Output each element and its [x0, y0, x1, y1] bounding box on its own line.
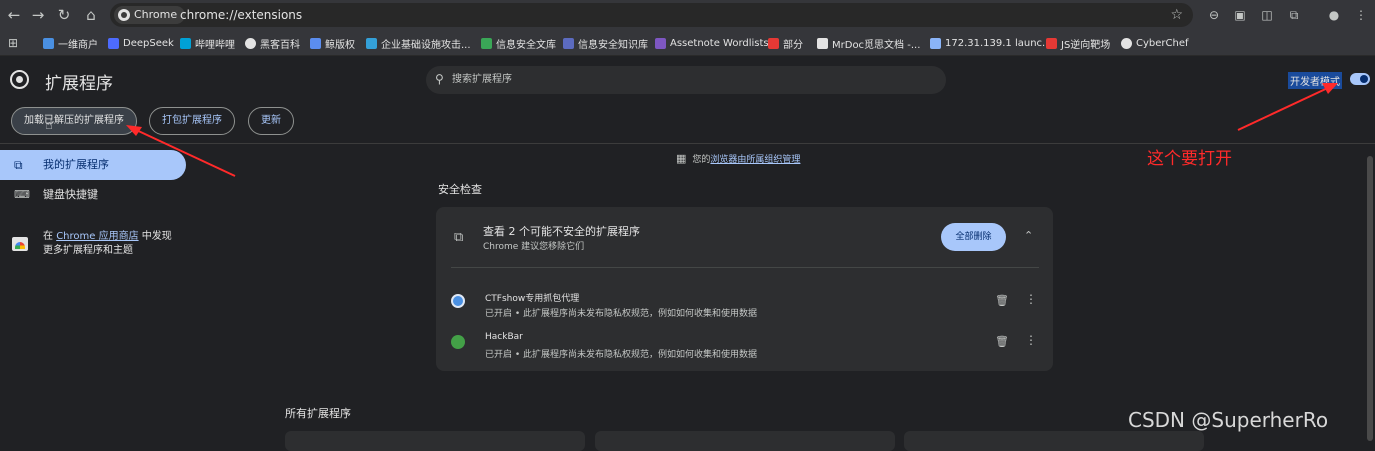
menu-kebab-icon[interactable]: ⋮ [1352, 6, 1370, 24]
extension-card[interactable] [904, 431, 1204, 451]
chevron-up-icon[interactable]: ⌃ [1024, 229, 1033, 242]
search-placeholder: 搜索扩展程序 [452, 74, 512, 85]
chrome-icon [118, 9, 130, 21]
bookmark-item[interactable]: 鲸版权 [310, 30, 355, 56]
apps-grid-icon[interactable]: ⊞ [8, 30, 18, 56]
more-options-icon[interactable]: ⋮ [1025, 333, 1037, 347]
bookmarks-bar: ⊞ 一维商户 DeepSeek 哔哩哔哩 黑客百科 鲸版权 企业基础设施攻击..… [0, 30, 1375, 56]
search-input[interactable]: ⚲ 搜索扩展程序 [426, 66, 946, 94]
page-title: 扩展程序 [45, 74, 113, 94]
developer-mode-toggle[interactable] [1350, 73, 1370, 85]
card-subtitle: Chrome 建议您移除它们 [483, 242, 585, 252]
bookmark-item[interactable]: MrDoc觅思文档 -... [817, 30, 920, 56]
extension-name: CTFshow专用抓包代理 [485, 294, 580, 304]
bookmark-item[interactable]: 172.31.139.1 launc... [930, 30, 1052, 56]
developer-mode-label: 开发者模式 [1288, 72, 1342, 89]
site-chip-label: Chrome [134, 8, 178, 21]
load-unpacked-button[interactable]: 加载已解压的扩展程序 [11, 107, 137, 135]
address-bar[interactable]: Chrome chrome://extensions ☆ [110, 3, 1193, 27]
sidebar-item-label: 键盘快捷键 [43, 188, 98, 201]
managed-notice: ▦ 您的浏览器由所属组织管理 [676, 152, 801, 165]
favicon-icon [481, 37, 492, 49]
trash-icon[interactable]: 🗑 [995, 294, 1009, 307]
ctfshow-extension-icon [451, 294, 465, 308]
favicon-icon [310, 37, 321, 49]
webstore-link[interactable]: Chrome 应用商店 [56, 231, 138, 242]
favicon-icon [563, 37, 574, 49]
favicon-icon [655, 37, 666, 49]
scrollbar[interactable] [1365, 144, 1375, 445]
bookmark-item[interactable]: 黑客百科 [245, 30, 300, 56]
image-icon[interactable]: ▣ [1231, 6, 1249, 24]
mouse-cursor-icon: ☝ [45, 118, 53, 133]
extension-card[interactable] [595, 431, 895, 451]
browser-toolbar: ← → ↻ ⌂ Chrome chrome://extensions ☆ ⊖ ▣… [0, 0, 1375, 30]
extension-description: 已开启 • 此扩展程序尚未发布隐私权规范，例如如何收集和使用数据 [485, 350, 758, 360]
favicon-icon [43, 37, 54, 49]
bookmark-item[interactable]: DeepSeek [108, 30, 174, 56]
extension-name: HackBar [485, 332, 523, 342]
reload-icon[interactable]: ↻ [54, 5, 74, 25]
search-icon: ⚲ [435, 72, 444, 86]
bookmark-item[interactable]: CyberChef [1121, 30, 1189, 56]
favicon-icon [1046, 37, 1057, 49]
extensions-header: 扩展程序 ⚲ 搜索扩展程序 开发者模式 [0, 57, 1375, 103]
more-options-icon[interactable]: ⋮ [1025, 292, 1037, 306]
media-icon[interactable]: ⊖ [1205, 6, 1223, 24]
bookmark-item[interactable]: 信息安全文库 [481, 30, 556, 56]
bookmark-item[interactable]: 信息安全知识库 [563, 30, 648, 56]
list-item: CTFshow专用抓包代理 已开启 • 此扩展程序尚未发布隐私权规范，例如如何收… [451, 291, 1041, 327]
favicon-icon [768, 37, 779, 49]
favicon-icon [817, 37, 828, 49]
trash-icon[interactable]: 🗑 [995, 335, 1009, 348]
puzzle-icon: ⧉ [14, 158, 23, 172]
sidebar-webstore-promo: 在 Chrome 应用商店 中发现 更多扩展程序和主题 [0, 230, 200, 262]
puzzle-icon: ⧉ [454, 230, 464, 245]
back-icon[interactable]: ← [4, 5, 24, 25]
annotation-text: 这个要打开 [1147, 149, 1232, 169]
favicon-icon [1121, 37, 1132, 49]
watermark-text: CSDN @SuperherRo [1128, 408, 1329, 432]
home-icon[interactable]: ⌂ [81, 5, 101, 25]
safety-check-heading: 安全检查 [438, 183, 482, 196]
favicon-icon [180, 37, 191, 49]
favicon-icon [366, 37, 377, 49]
profile-icon[interactable]: ● [1325, 6, 1343, 24]
all-extensions-heading: 所有扩展程序 [285, 407, 351, 420]
favicon-icon [108, 37, 119, 49]
chrome-logo-icon [10, 70, 29, 89]
extension-card[interactable] [285, 431, 585, 451]
favicon-icon [930, 37, 941, 49]
pack-extension-button[interactable]: 打包扩展程序 [149, 107, 235, 135]
safety-check-card: ⧉ 查看 2 个可能不安全的扩展程序 Chrome 建议您移除它们 全部删除 ⌃… [436, 207, 1053, 371]
forward-icon[interactable]: → [28, 5, 48, 25]
bookmark-item[interactable]: 一维商户 [43, 30, 98, 56]
sidebar-item-label: 我的扩展程序 [43, 158, 109, 171]
favicon-icon [245, 37, 256, 49]
bookmark-item[interactable]: JS逆向靶场 [1046, 30, 1110, 56]
card-title: 查看 2 个可能不安全的扩展程序 [483, 225, 640, 238]
keyboard-icon: ⌨ [14, 188, 30, 201]
building-icon: ▦ [676, 152, 687, 165]
managed-link[interactable]: 浏览器由所属组织管理 [710, 155, 800, 165]
hackbar-extension-icon [451, 335, 465, 349]
bookmark-item[interactable]: 哔哩哔哩 [180, 30, 235, 56]
reader-icon[interactable]: ◫ [1258, 6, 1276, 24]
webstore-icon [12, 237, 28, 251]
bookmark-item[interactable]: Assetnote Wordlists [655, 30, 769, 56]
remove-all-button[interactable]: 全部删除 [941, 223, 1006, 251]
list-item: HackBar 已开启 • 此扩展程序尚未发布隐私权规范，例如如何收集和使用数据… [451, 332, 1041, 368]
update-button[interactable]: 更新 [248, 107, 294, 135]
sidebar-item-keyboard-shortcuts[interactable]: ⌨ 键盘快捷键 [0, 182, 186, 208]
bookmark-item[interactable]: 部分 [768, 30, 803, 56]
sidebar-item-my-extensions[interactable]: ⧉ 我的扩展程序 [0, 150, 186, 180]
bookmark-item[interactable]: 企业基础设施攻击... [366, 30, 471, 56]
extensions-puzzle-icon[interactable]: ⧉ [1285, 6, 1303, 24]
bookmark-star-icon[interactable]: ☆ [1170, 3, 1183, 27]
extension-description: 已开启 • 此扩展程序尚未发布隐私权规范，例如如何收集和使用数据 [485, 309, 758, 319]
url-text[interactable]: chrome://extensions [180, 3, 302, 27]
site-chip[interactable]: Chrome [114, 6, 186, 24]
scrollbar-thumb[interactable] [1367, 156, 1373, 441]
card-divider [451, 267, 1039, 268]
